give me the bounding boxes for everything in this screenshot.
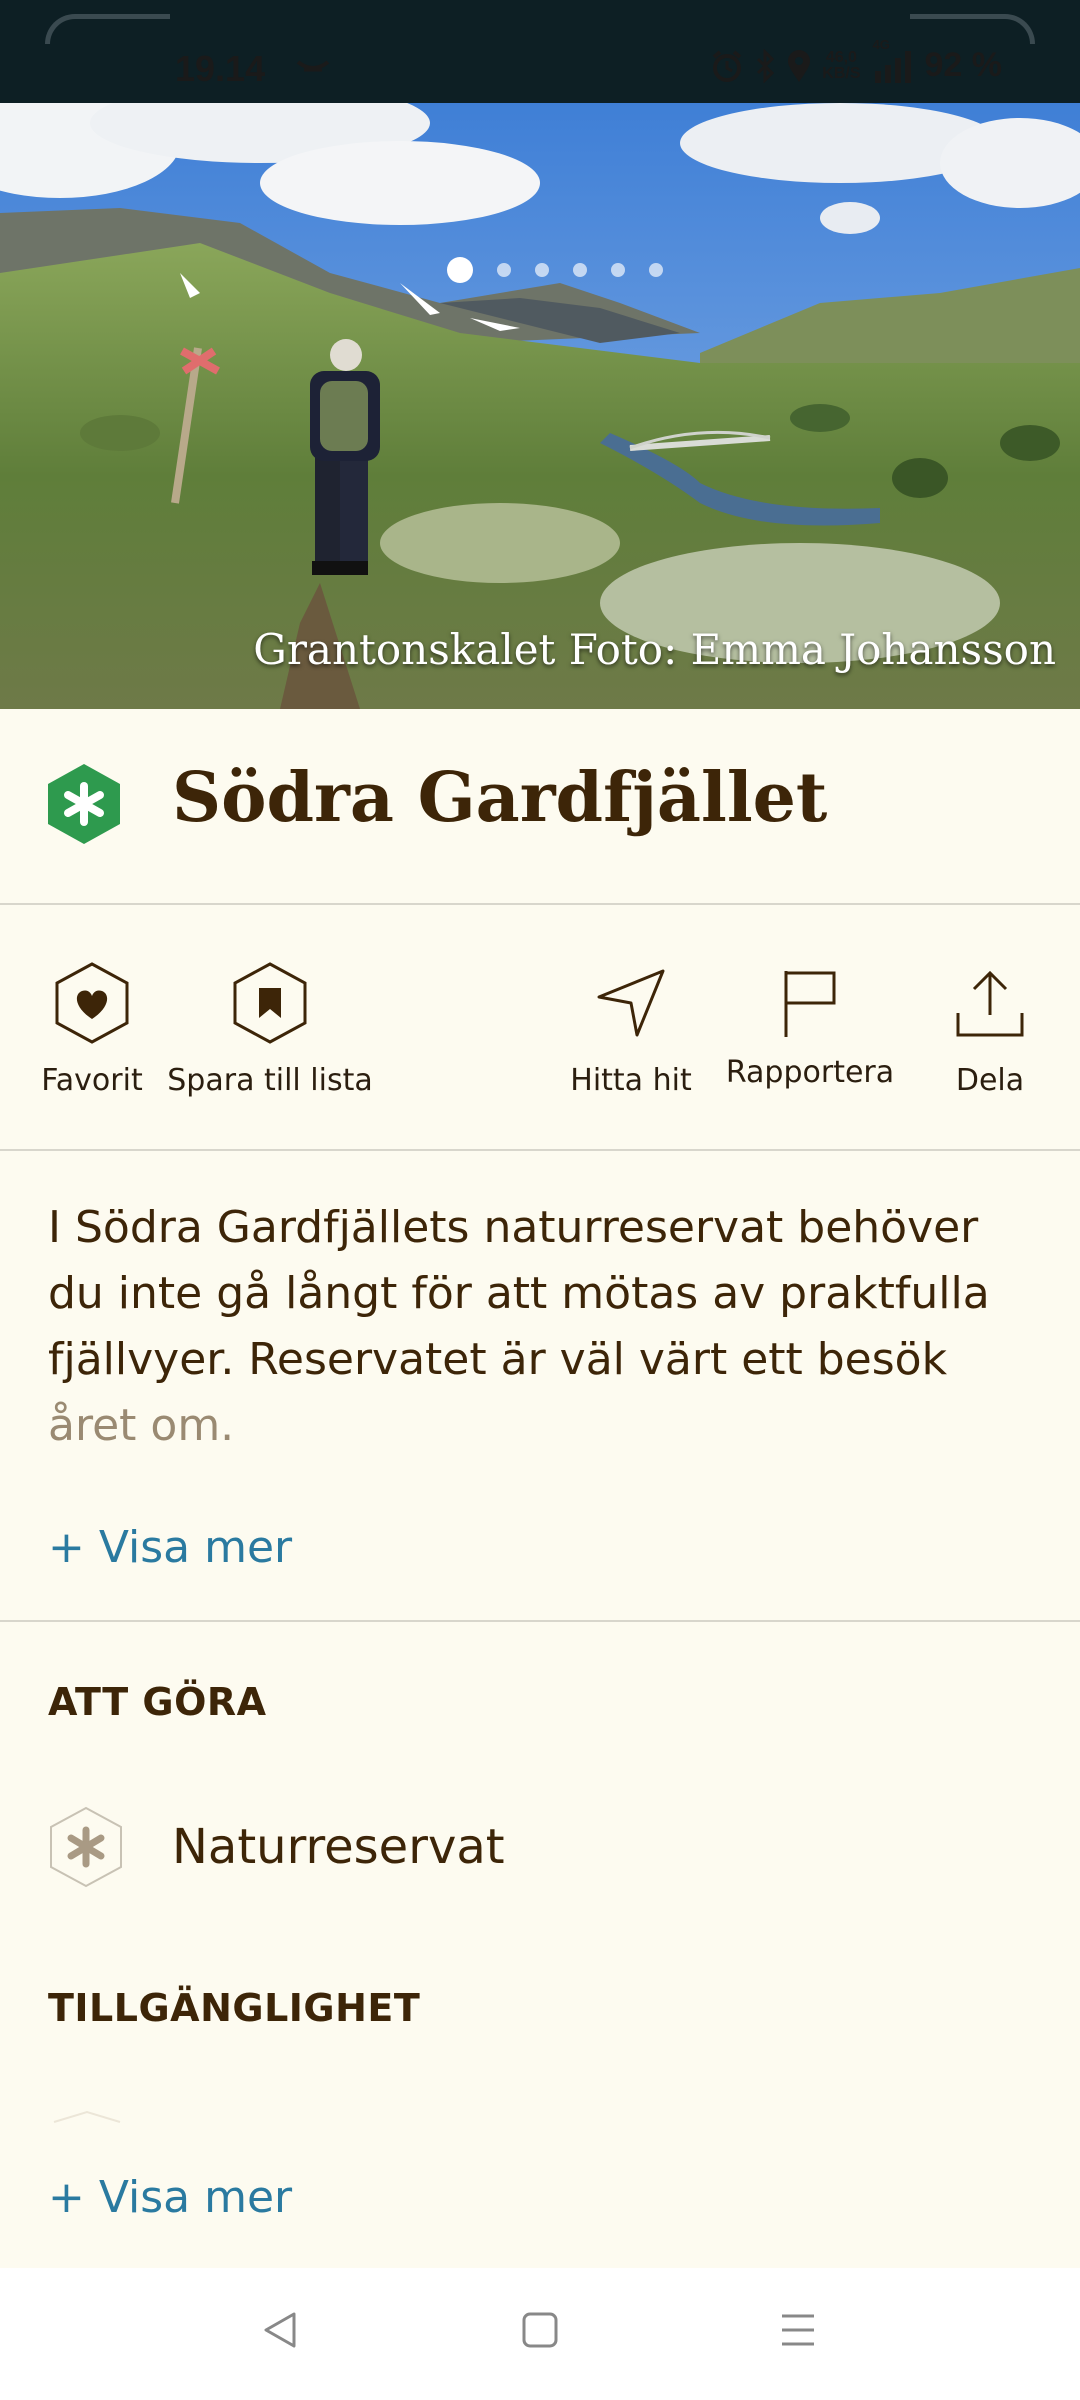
pager-dot[interactable] (497, 263, 511, 277)
nature-reserve-icon (50, 1806, 122, 1888)
find-here-label: Hitta hit (570, 1063, 692, 1098)
pager-dot[interactable] (573, 263, 587, 277)
hero-image[interactable] (0, 103, 1080, 709)
status-time: 19.14 (175, 48, 266, 89)
activity-label: Naturreservat (172, 1819, 505, 1875)
flag-icon (784, 971, 836, 1037)
pager-dot[interactable] (535, 263, 549, 277)
location-icon (788, 49, 811, 82)
nature-reserve-icon (48, 764, 120, 844)
save-to-list-label: Spara till lista (167, 1063, 373, 1098)
screen-corner-left (45, 14, 170, 44)
description-text: I Södra Gardfjällets naturreservat behöv… (48, 1195, 1038, 1459)
menu-icon[interactable] (776, 2308, 820, 2352)
report-label: Rapportera (725, 1055, 895, 1090)
action-bar: Favorit Spara till lista Hitta hit Rappo… (0, 905, 1080, 1151)
signal-icon (874, 50, 911, 83)
pager-dot[interactable] (447, 257, 473, 283)
report-button[interactable]: Rapportera (726, 905, 894, 1090)
back-icon[interactable] (258, 2308, 302, 2352)
bookmark-icon (233, 962, 307, 1044)
favorite-label: Favorit (41, 1063, 143, 1098)
share-button[interactable]: Dela (940, 905, 1040, 1098)
share-upload-icon (956, 970, 1024, 1037)
navigation-arrow-icon (597, 969, 665, 1037)
show-more-description-link[interactable]: + Visa mer (48, 1522, 292, 1573)
show-more-accessibility-link[interactable]: + Visa mer (48, 2172, 292, 2223)
status-bar: 19.14 46,0 KB/S 4G 92 % (0, 0, 1080, 103)
landscape-photo (0, 103, 1080, 709)
pager-dot[interactable] (649, 263, 663, 277)
page-title: Södra Gardfjället (172, 758, 828, 838)
bluetooth-icon (757, 48, 775, 83)
heart-icon (55, 962, 129, 1044)
home-icon[interactable] (518, 2308, 562, 2352)
status-icons: 46,0 KB/S 4G 92 % (710, 37, 1003, 85)
network-speed: 46,0 KB/S (822, 48, 861, 82)
screen-corner-right (910, 14, 1035, 44)
signal-indicator: 4G (871, 37, 915, 83)
description-faded: året om. (48, 1400, 235, 1451)
save-to-list-button[interactable]: Spara till lista (167, 905, 373, 1098)
system-navigation-bar (0, 2268, 1080, 2400)
things-to-do-heading: ATT GÖRA (48, 1680, 267, 1724)
notification-icon (296, 60, 330, 72)
pager-dot[interactable] (611, 263, 625, 277)
battery-level: 92 % (924, 46, 1003, 84)
favorite-button[interactable]: Favorit (40, 905, 144, 1098)
activity-item[interactable]: Naturreservat (48, 1806, 505, 1888)
accessibility-heading: TILLGÄNGLIGHET (48, 1986, 421, 2030)
image-pager-dots[interactable] (0, 257, 1080, 283)
alarm-icon (712, 49, 742, 82)
description-main: I Södra Gardfjällets naturreservat behöv… (48, 1202, 990, 1385)
share-label: Dela (955, 1063, 1025, 1098)
find-here-button[interactable]: Hitta hit (566, 905, 696, 1098)
divider (0, 1620, 1080, 1622)
photo-caption: Grantonskalet Foto: Emma Johansson (253, 625, 1056, 674)
accessibility-icon-partial (53, 2110, 121, 2123)
